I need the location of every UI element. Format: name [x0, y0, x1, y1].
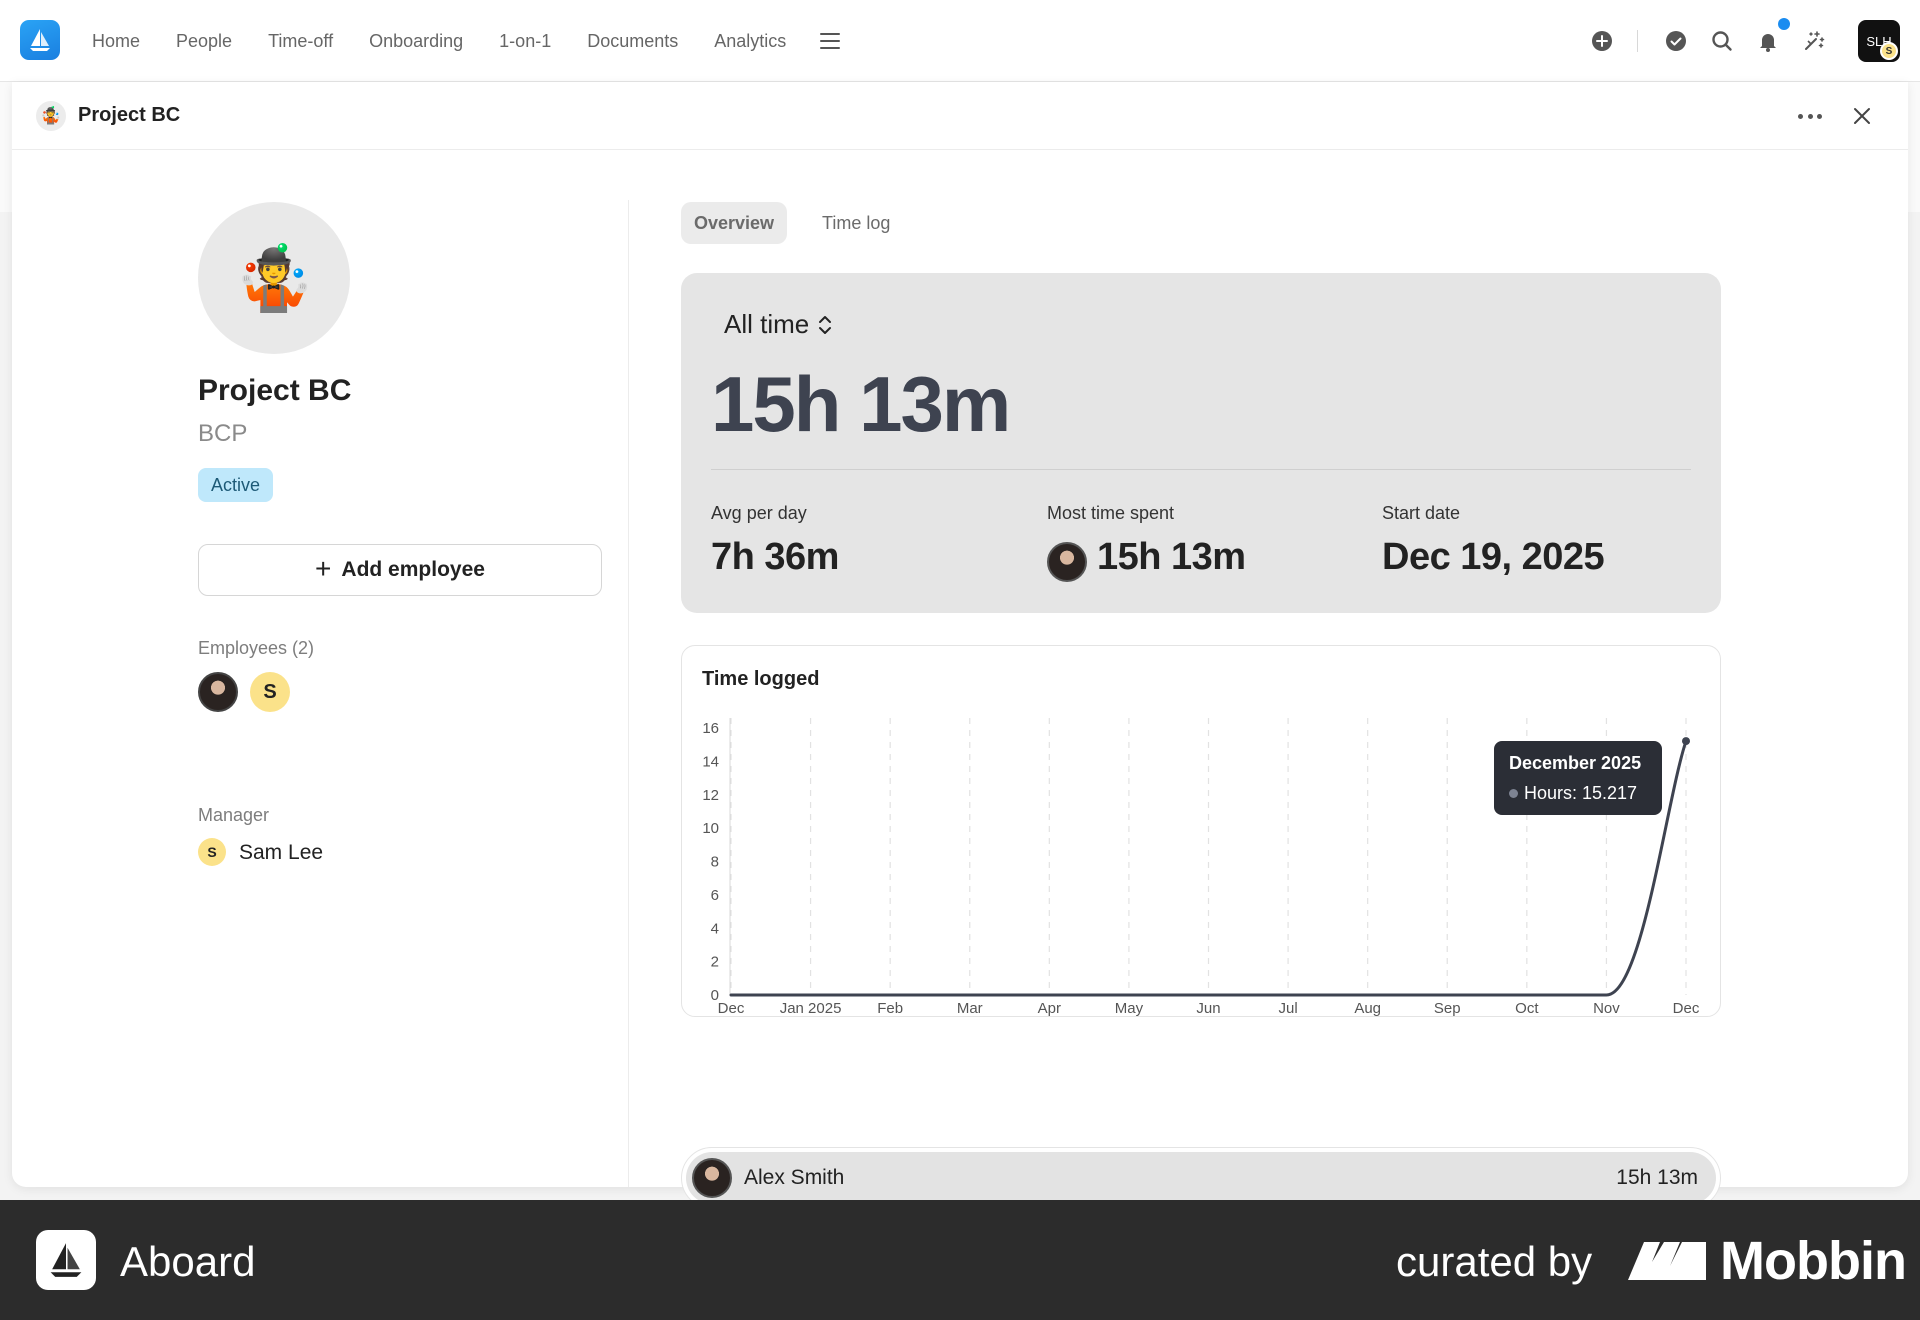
manager-name[interactable]: Sam Lee — [239, 841, 323, 865]
chart-y-tick-label: 6 — [711, 887, 719, 904]
most-time-value: 15h 13m — [1097, 536, 1246, 578]
plus-circle-icon[interactable] — [1590, 29, 1614, 53]
chart-x-tick-label: Apr — [1038, 1000, 1061, 1017]
footer-app-name: Aboard — [120, 1238, 256, 1285]
stats-divider — [711, 469, 1691, 470]
tooltip-value: Hours: 15.217 — [1524, 783, 1638, 803]
add-employee-label: Add employee — [341, 558, 485, 581]
top-nav: Home People Time-off Onboarding 1-on-1 D… — [0, 0, 1920, 82]
nav-onboarding[interactable]: Onboarding — [369, 31, 463, 52]
aboard-logo-icon — [36, 1230, 96, 1290]
chart-y-tick-label: 8 — [711, 854, 719, 871]
chart-x-tick-label: Aug — [1354, 1000, 1381, 1017]
employee-row-avatar — [692, 1158, 732, 1198]
status-badge: Active — [198, 468, 274, 502]
chart-y-tick-label: 4 — [711, 920, 719, 937]
bell-icon[interactable] — [1756, 29, 1780, 53]
chart-x-tick-label: May — [1115, 1000, 1144, 1017]
stats-card: All time 15h 13m Avg per day 7h 36m Most… — [681, 273, 1721, 613]
column-divider — [628, 200, 629, 1187]
total-time: 15h 13m — [711, 360, 1011, 448]
chart-data-point — [1682, 737, 1690, 746]
menu-icon[interactable] — [820, 33, 841, 49]
plus-icon: + — [315, 553, 332, 584]
start-date-value: Dec 19, 2025 — [1382, 536, 1605, 578]
chart-x-tick-label: Feb — [877, 1000, 903, 1017]
chart-y-tick-label: 2 — [711, 954, 719, 971]
range-selector-label: All time — [724, 309, 810, 339]
chart-x-tick-label: Dec — [718, 1000, 745, 1017]
most-time-label: Most time spent — [1047, 503, 1175, 523]
nav-time-off[interactable]: Time-off — [268, 31, 333, 52]
footer-banner: Aboard curated by Mobbin — [0, 1200, 1920, 1320]
time-logged-chart: Time logged 0 2 4 6 8 10 12 14 16 Dec Jan 2025 Feb M… — [681, 645, 1721, 1017]
tooltip-series-dot — [1509, 789, 1518, 798]
footer-brand: Mobbin — [1720, 1231, 1907, 1291]
manager-label: Manager — [198, 805, 270, 825]
nav-analytics[interactable]: Analytics — [714, 31, 786, 52]
tooltip-title: December 2025 — [1509, 753, 1642, 773]
user-avatar-badge: S — [1880, 42, 1898, 60]
project-avatar: 🤹 — [198, 202, 350, 354]
range-selector[interactable]: All time — [724, 309, 833, 340]
app-logo-icon[interactable] — [20, 20, 60, 60]
panel-title: Project BC — [78, 104, 181, 126]
manager-avatar: S — [198, 838, 226, 866]
search-icon[interactable] — [1710, 29, 1734, 53]
mobbin-logo-icon — [1628, 1242, 1706, 1280]
more-options-icon[interactable] — [1798, 114, 1822, 120]
close-icon[interactable] — [1850, 104, 1874, 128]
chart-y-tick-label: 10 — [702, 820, 719, 837]
nav-menu: Home People Time-off Onboarding 1-on-1 D… — [92, 0, 841, 82]
chart-y-tick-label: 14 — [702, 753, 719, 770]
chart-x-tick-label: Jan 2025 — [780, 1000, 842, 1017]
avg-per-day-value: 7h 36m — [711, 536, 839, 578]
chart-x-tick-label: Sep — [1434, 1000, 1461, 1017]
panel-header: 🤹 Project BC — [12, 82, 1908, 150]
employee-avatar-photo[interactable] — [198, 672, 238, 712]
avg-per-day-label: Avg per day — [711, 503, 807, 523]
chart-plot[interactable]: 0246810121416Dec Jan 2025 Feb Mar Apr May Jun J… — [682, 646, 1722, 1018]
nav-divider — [1637, 30, 1638, 52]
project-emoji-icon: 🤹 — [36, 101, 66, 131]
project-panel: 🤹 Project BC 🤹 Project BC BCP Active + A… — [12, 82, 1908, 1209]
start-date-label: Start date — [1382, 503, 1461, 523]
chart-x-tick-label: Nov — [1593, 1000, 1620, 1017]
nav-documents[interactable]: Documents — [587, 31, 678, 52]
chart-x-tick-label: Jun — [1196, 1000, 1220, 1017]
footer-curated-by: curated by — [1396, 1238, 1593, 1285]
employee-row-time: 15h 13m — [1616, 1166, 1698, 1189]
chart-tooltip: December 2025 Hours: 15.217 — [1494, 741, 1662, 815]
tab-overview[interactable]: Overview — [681, 202, 788, 244]
chart-x-tick-label: Jul — [1278, 1000, 1297, 1017]
employees-label: Employees (2) — [198, 638, 315, 658]
nav-1-on-1[interactable]: 1-on-1 — [499, 31, 551, 52]
chevron-up-down-icon — [819, 315, 832, 334]
chart-y-tick-label: 16 — [702, 720, 719, 737]
chart-y-tick-label: 12 — [702, 787, 719, 804]
project-code: BCP — [198, 420, 248, 447]
employee-row-name: Alex Smith — [744, 1166, 845, 1189]
tab-time-log[interactable]: Time log — [809, 202, 903, 244]
sparkle-icon[interactable] — [1802, 29, 1826, 53]
project-name: Project BC — [198, 374, 352, 407]
chart-x-tick-label: Dec — [1673, 1000, 1700, 1017]
employee-avatar-initial[interactable]: S — [250, 672, 290, 712]
nav-home[interactable]: Home — [92, 31, 140, 52]
check-circle-icon[interactable] — [1664, 29, 1688, 53]
notification-dot — [1778, 18, 1790, 30]
employee-time-row-bar: Alex Smith 15h 13m — [686, 1152, 1716, 1204]
chart-x-tick-label: Mar — [957, 1000, 983, 1017]
nav-people[interactable]: People — [176, 31, 232, 52]
chart-x-tick-label: Oct — [1515, 1000, 1539, 1017]
add-employee-button[interactable]: + Add employee — [198, 544, 602, 596]
most-time-avatar — [1047, 542, 1087, 582]
